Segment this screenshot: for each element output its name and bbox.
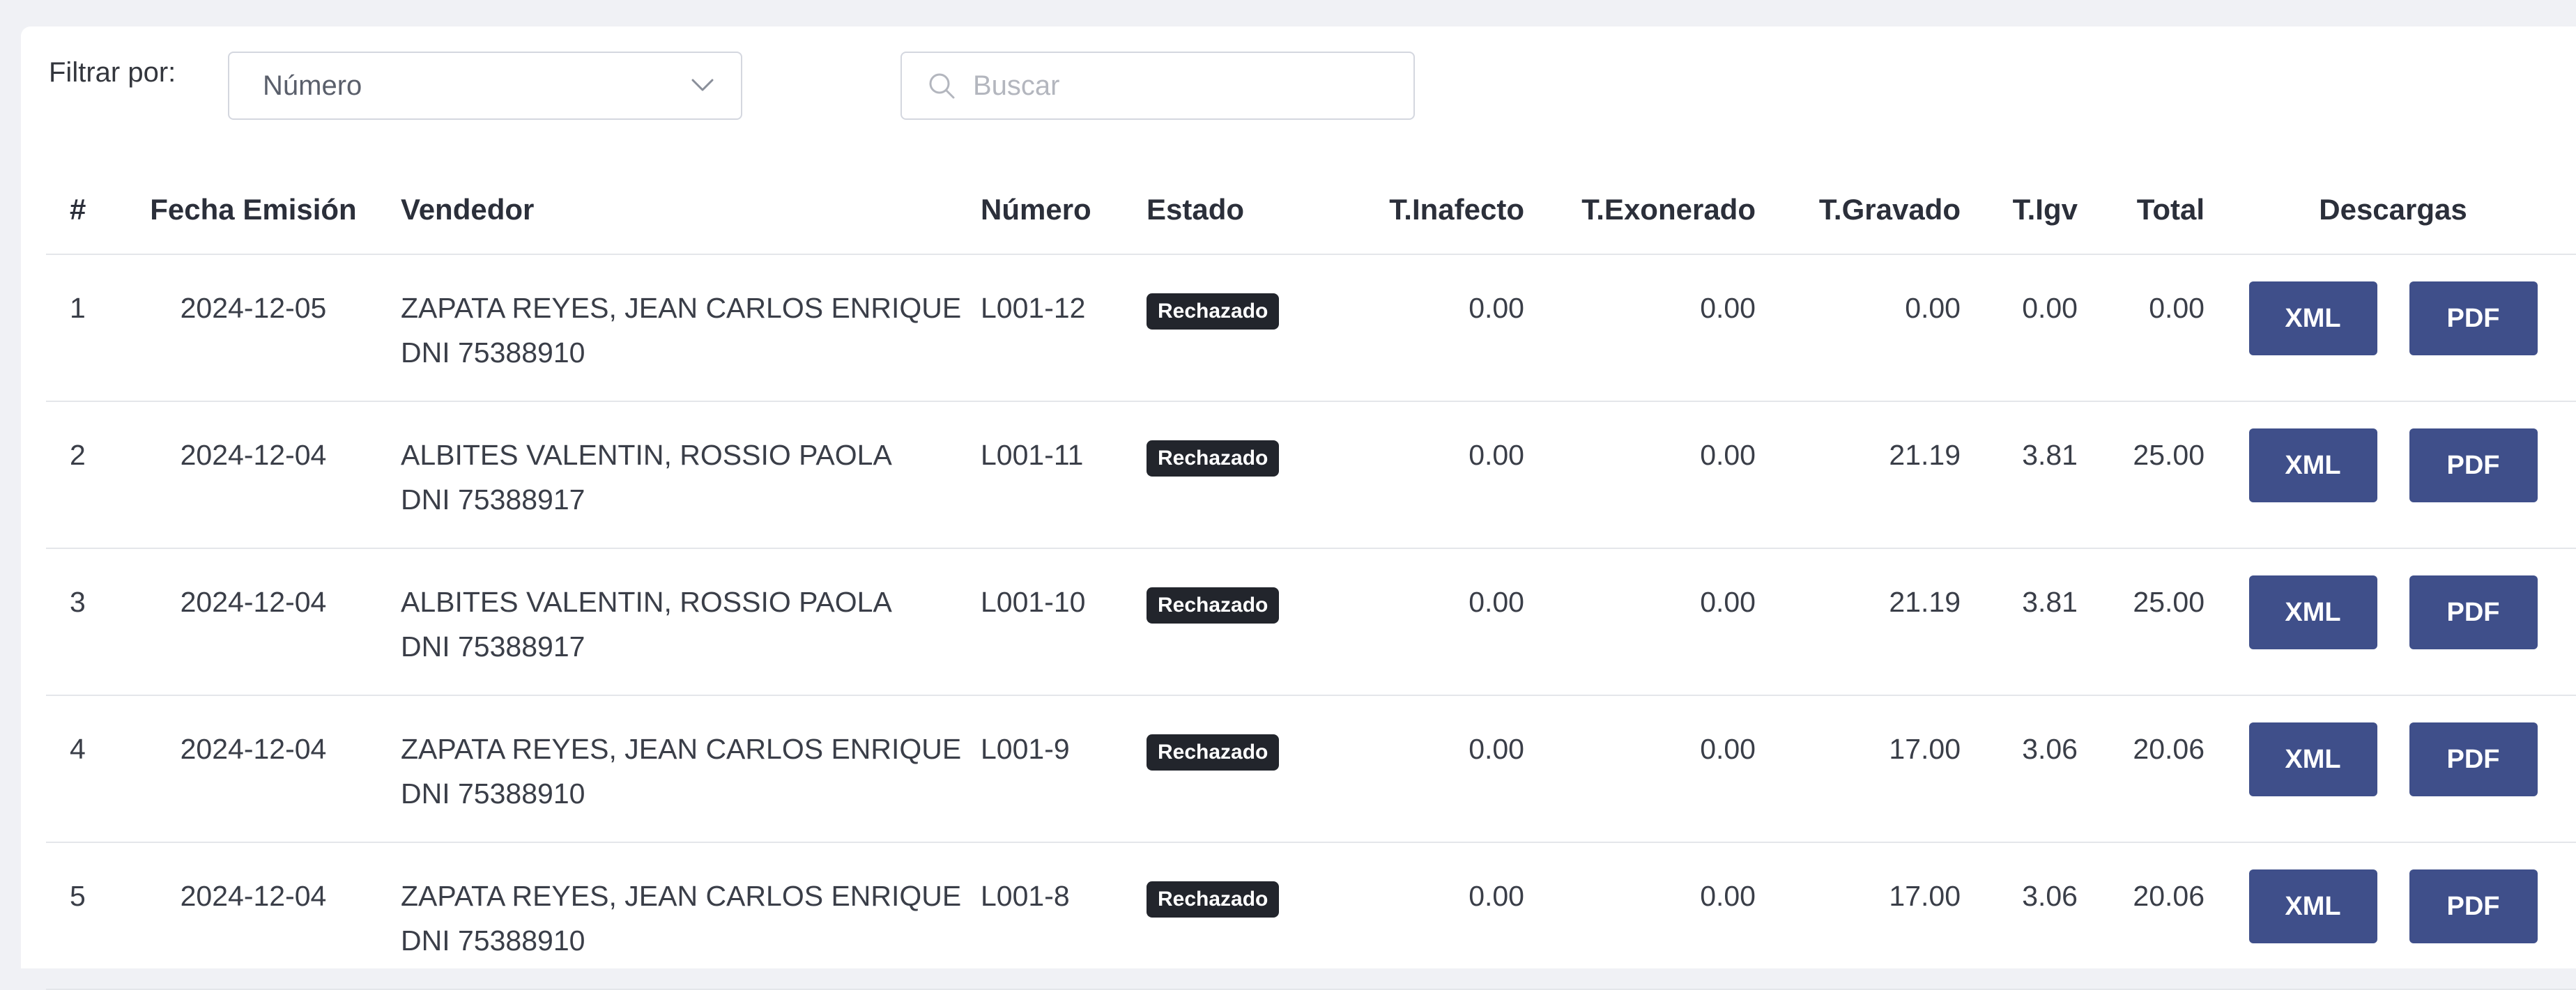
pdf-download-button[interactable]: PDF	[2409, 722, 2538, 796]
status-badge: Rechazado	[1147, 440, 1280, 477]
row-vendedor: ZAPATA REYES, JEAN CARLOS ENRIQUE	[401, 733, 962, 765]
row-inafecto: 0.00	[1469, 733, 1524, 765]
row-numero: L001-10	[981, 586, 1086, 618]
status-badge: Rechazado	[1147, 734, 1280, 771]
row-fecha: 2024-12-04	[180, 439, 327, 471]
status-badge: Rechazado	[1147, 587, 1280, 624]
documents-panel: Filtrar por: Número #	[21, 26, 2576, 990]
row-total: 0.00	[2149, 292, 2205, 324]
row-exonerado: 0.00	[1700, 586, 1756, 618]
row-igv: 3.06	[2022, 880, 2078, 912]
xml-download-button[interactable]: XML	[2248, 575, 2377, 649]
table-row: 5 2024-12-04 ZAPATA REYES, JEAN CARLOS E…	[46, 842, 2576, 990]
row-numero: L001-8	[981, 880, 1070, 912]
row-total: 25.00	[2133, 586, 2205, 618]
pdf-download-button[interactable]: PDF	[2409, 575, 2538, 649]
row-fecha: 2024-12-04	[180, 880, 327, 912]
xml-download-button[interactable]: XML	[2248, 428, 2377, 502]
row-exonerado: 0.00	[1700, 292, 1756, 324]
row-igv: 3.81	[2022, 439, 2078, 471]
col-header-vendedor: Vendedor	[384, 166, 975, 255]
row-total: 25.00	[2133, 439, 2205, 471]
row-index: 1	[70, 292, 86, 324]
row-vendedor: ZAPATA REYES, JEAN CARLOS ENRIQUE	[401, 880, 962, 912]
col-header-igv: T.Igv	[1968, 166, 2085, 255]
row-index: 4	[70, 733, 86, 765]
row-fecha: 2024-12-04	[180, 733, 327, 765]
search-box[interactable]	[900, 52, 1415, 120]
row-dni: DNI 75388910	[401, 778, 585, 810]
row-gravado: 17.00	[1889, 733, 1961, 765]
row-inafecto: 0.00	[1469, 439, 1524, 471]
row-fecha: 2024-12-04	[180, 586, 327, 618]
row-inafecto: 0.00	[1469, 292, 1524, 324]
row-vendedor: ALBITES VALENTIN, ROSSIO PAOLA	[401, 586, 892, 618]
row-inafecto: 0.00	[1469, 586, 1524, 618]
col-header-total: Total	[2085, 166, 2210, 255]
row-gravado: 21.19	[1889, 586, 1961, 618]
row-total: 20.06	[2133, 880, 2205, 912]
filter-label: Filtrar por:	[49, 57, 176, 88]
table-row: 3 2024-12-04 ALBITES VALENTIN, ROSSIO PA…	[46, 548, 2576, 696]
row-igv: 3.81	[2022, 586, 2078, 618]
col-header-numero: Número	[975, 166, 1144, 255]
col-header-index: #	[46, 166, 123, 255]
search-icon	[929, 73, 955, 99]
row-numero: L001-11	[981, 439, 1084, 471]
col-header-gravado: T.Gravado	[1764, 166, 1968, 255]
row-vendedor: ALBITES VALENTIN, ROSSIO PAOLA	[401, 439, 892, 471]
table-row: 1 2024-12-05 ZAPATA REYES, JEAN CARLOS E…	[46, 254, 2576, 402]
row-gravado: 21.19	[1889, 439, 1961, 471]
row-igv: 3.06	[2022, 733, 2078, 765]
row-exonerado: 0.00	[1700, 733, 1756, 765]
xml-download-button[interactable]: XML	[2248, 869, 2377, 943]
row-dni: DNI 75388910	[401, 925, 585, 957]
xml-download-button[interactable]: XML	[2248, 722, 2377, 796]
row-dni: DNI 75388910	[401, 337, 585, 369]
table-row: 4 2024-12-04 ZAPATA REYES, JEAN CARLOS E…	[46, 695, 2576, 843]
row-inafecto: 0.00	[1469, 880, 1524, 912]
row-exonerado: 0.00	[1700, 880, 1756, 912]
col-header-descargas: Descargas	[2210, 166, 2576, 255]
col-header-fecha: Fecha Emisión	[123, 166, 384, 255]
status-badge: Rechazado	[1147, 881, 1280, 918]
pdf-download-button[interactable]: PDF	[2409, 869, 2538, 943]
filter-select-value: Número	[263, 70, 362, 101]
col-header-estado: Estado	[1144, 166, 1331, 255]
xml-download-button[interactable]: XML	[2248, 281, 2377, 355]
chevron-down-icon	[691, 79, 714, 91]
search-input[interactable]	[972, 69, 1393, 102]
row-vendedor: ZAPATA REYES, JEAN CARLOS ENRIQUE	[401, 292, 962, 324]
row-numero: L001-12	[981, 292, 1086, 324]
row-gravado: 17.00	[1889, 880, 1961, 912]
documents-table: # Fecha Emisión Vendedor Número Estado T…	[46, 166, 2576, 990]
table-row: 2 2024-12-04 ALBITES VALENTIN, ROSSIO PA…	[46, 401, 2576, 549]
row-index: 5	[70, 880, 86, 912]
row-index: 2	[70, 439, 86, 471]
col-header-exonerado: T.Exonerado	[1533, 166, 1764, 255]
row-igv: 0.00	[2022, 292, 2078, 324]
table-header-row: # Fecha Emisión Vendedor Número Estado T…	[46, 166, 2576, 255]
row-total: 20.06	[2133, 733, 2205, 765]
row-dni: DNI 75388917	[401, 631, 585, 663]
col-header-inafecto: T.Inafecto	[1331, 166, 1533, 255]
pdf-download-button[interactable]: PDF	[2409, 428, 2538, 502]
row-dni: DNI 75388917	[401, 484, 585, 516]
filter-select[interactable]: Número	[228, 52, 742, 120]
pdf-download-button[interactable]: PDF	[2409, 281, 2538, 355]
row-fecha: 2024-12-05	[180, 292, 327, 324]
row-index: 3	[70, 586, 86, 618]
row-gravado: 0.00	[1905, 292, 1961, 324]
row-numero: L001-9	[981, 733, 1070, 765]
status-badge: Rechazado	[1147, 293, 1280, 330]
row-exonerado: 0.00	[1700, 439, 1756, 471]
